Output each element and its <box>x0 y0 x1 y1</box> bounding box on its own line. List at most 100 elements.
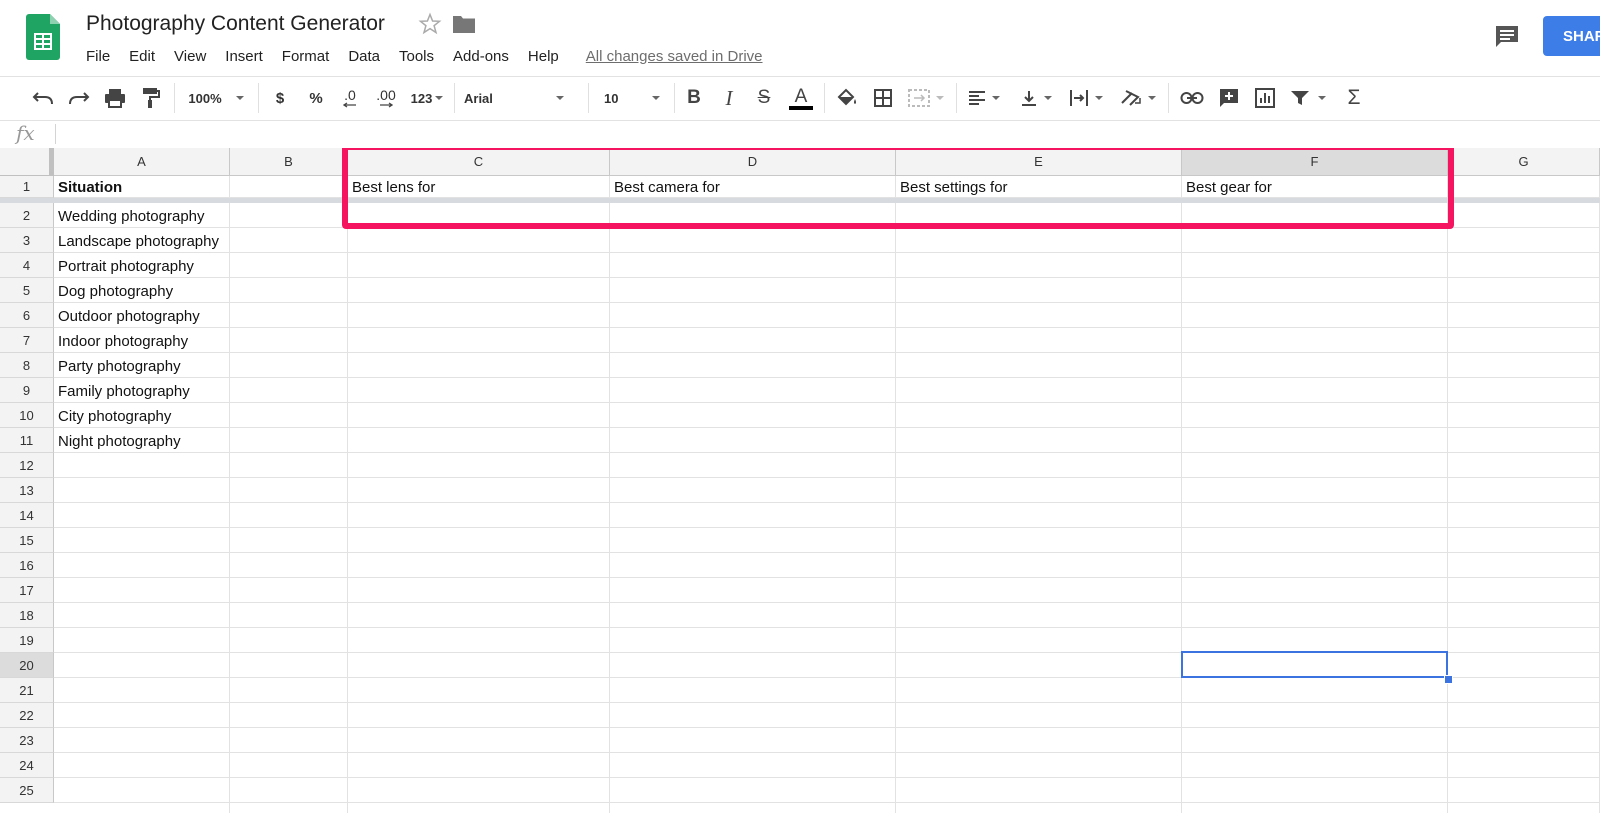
undo-button[interactable] <box>30 85 56 111</box>
text-rotation-icon <box>1121 90 1141 106</box>
row-header-22[interactable]: 22 <box>0 703 54 728</box>
row-header-23[interactable]: 23 <box>0 728 54 753</box>
row-header-10[interactable]: 10 <box>0 403 54 428</box>
row-gridline <box>54 302 1600 303</box>
row-header-16[interactable]: 16 <box>0 553 54 578</box>
chevron-down-icon <box>556 96 564 100</box>
functions-button[interactable]: Σ <box>1342 85 1366 111</box>
row-gridline <box>54 277 1600 278</box>
row-header-3[interactable]: 3 <box>0 228 54 253</box>
menu-format[interactable]: Format <box>282 48 330 65</box>
paint-format-button[interactable] <box>138 85 164 111</box>
row-gridline <box>54 602 1600 603</box>
row-header-18[interactable]: 18 <box>0 603 54 628</box>
cell-a4[interactable]: Portrait photography <box>58 258 194 275</box>
row-header-8[interactable]: 8 <box>0 353 54 378</box>
cell-a8[interactable]: Party photography <box>58 358 181 375</box>
comments-icon[interactable] <box>1494 24 1520 48</box>
menu-insert[interactable]: Insert <box>225 48 263 65</box>
strikethrough-button[interactable]: S <box>752 85 776 111</box>
row-header-24[interactable]: 24 <box>0 753 54 778</box>
row-header-2[interactable]: 2 <box>0 203 54 228</box>
column-gridline <box>609 176 610 813</box>
vertical-align-button[interactable] <box>1018 85 1054 111</box>
star-icon[interactable] <box>418 12 442 36</box>
redo-button[interactable] <box>66 85 92 111</box>
row-header-14[interactable]: 14 <box>0 503 54 528</box>
cell-a11[interactable]: Night photography <box>58 433 181 450</box>
filter-button[interactable] <box>1288 85 1328 111</box>
chevron-down-icon <box>652 96 660 100</box>
cell-a10[interactable]: City photography <box>58 408 171 425</box>
row-header-13[interactable]: 13 <box>0 478 54 503</box>
increase-decimal-button[interactable]: .00 <box>370 85 402 111</box>
cell-a2[interactable]: Wedding photography <box>58 208 205 225</box>
horizontal-align-button[interactable] <box>966 85 1002 111</box>
menu-edit[interactable]: Edit <box>129 48 155 65</box>
cell-a7[interactable]: Indoor photography <box>58 333 188 350</box>
percent-label: % <box>309 89 323 107</box>
merge-cells-button[interactable] <box>906 85 946 111</box>
formula-input[interactable] <box>62 124 1582 144</box>
menu-tools[interactable]: Tools <box>399 48 434 65</box>
row-header-4[interactable]: 4 <box>0 253 54 278</box>
document-title[interactable]: Photography Content Generator <box>86 12 385 36</box>
row-header-1[interactable]: 1 <box>0 176 54 198</box>
zoom-select[interactable]: 100% <box>184 85 248 111</box>
more-formats-button[interactable]: 123 <box>408 85 446 111</box>
row-header-6[interactable]: 6 <box>0 303 54 328</box>
active-cell-selection[interactable] <box>1181 651 1448 678</box>
arrow-left-icon <box>343 102 356 108</box>
row-header-7[interactable]: 7 <box>0 328 54 353</box>
cell-a6[interactable]: Outdoor photography <box>58 308 200 325</box>
text-color-button[interactable]: A <box>788 85 814 111</box>
column-header-a[interactable]: A <box>54 148 230 176</box>
insert-comment-button[interactable] <box>1216 85 1242 111</box>
italic-button[interactable]: I <box>717 85 741 111</box>
cell-a5[interactable]: Dog photography <box>58 283 173 300</box>
font-family-select[interactable]: Arial <box>464 85 576 111</box>
chevron-down-icon <box>992 96 1000 100</box>
menu-help[interactable]: Help <box>528 48 559 65</box>
save-status-link[interactable]: All changes saved in Drive <box>586 48 763 65</box>
menu-file[interactable]: File <box>86 48 110 65</box>
bold-button[interactable]: B <box>682 85 706 111</box>
folder-icon[interactable] <box>452 14 476 34</box>
row-header-21[interactable]: 21 <box>0 678 54 703</box>
insert-chart-button[interactable] <box>1252 85 1278 111</box>
row-header-19[interactable]: 19 <box>0 628 54 653</box>
row-header-17[interactable]: 17 <box>0 578 54 603</box>
decrease-decimal-button[interactable]: .0 <box>336 85 364 111</box>
insert-link-button[interactable] <box>1178 85 1206 111</box>
row-header-9[interactable]: 9 <box>0 378 54 403</box>
currency-format-button[interactable]: $ <box>268 85 292 111</box>
borders-button[interactable] <box>870 85 896 111</box>
row-header-20[interactable]: 20 <box>0 653 54 678</box>
column-header-b[interactable]: B <box>230 148 348 176</box>
row-header-12[interactable]: 12 <box>0 453 54 478</box>
menu-view[interactable]: View <box>174 48 206 65</box>
text-rotation-button[interactable] <box>1118 85 1158 111</box>
frozen-column-handle[interactable] <box>49 148 54 176</box>
font-size-select[interactable]: 10 <box>604 85 662 111</box>
row-header-25[interactable]: 25 <box>0 778 54 803</box>
cell-a9[interactable]: Family photography <box>58 383 190 400</box>
select-all-corner[interactable] <box>0 148 54 176</box>
fill-color-button[interactable] <box>834 85 860 111</box>
menu-add-ons[interactable]: Add-ons <box>453 48 509 65</box>
menu-bar: File Edit View Insert Format Data Tools … <box>86 45 763 67</box>
percent-format-button[interactable]: % <box>304 85 328 111</box>
sheets-logo-icon[interactable] <box>26 14 60 60</box>
column-header-g[interactable]: G <box>1448 148 1600 176</box>
menu-data[interactable]: Data <box>348 48 380 65</box>
cell-a3[interactable]: Landscape photography <box>58 233 219 250</box>
print-button[interactable] <box>102 85 128 111</box>
row-header-11[interactable]: 11 <box>0 428 54 453</box>
row-gridline <box>54 252 1600 253</box>
cell-a1[interactable]: Situation <box>58 179 122 196</box>
text-wrapping-button[interactable] <box>1068 85 1104 111</box>
share-button[interactable]: SHARE <box>1543 16 1600 56</box>
row-header-5[interactable]: 5 <box>0 278 54 303</box>
fill-handle[interactable] <box>1444 675 1453 684</box>
row-header-15[interactable]: 15 <box>0 528 54 553</box>
